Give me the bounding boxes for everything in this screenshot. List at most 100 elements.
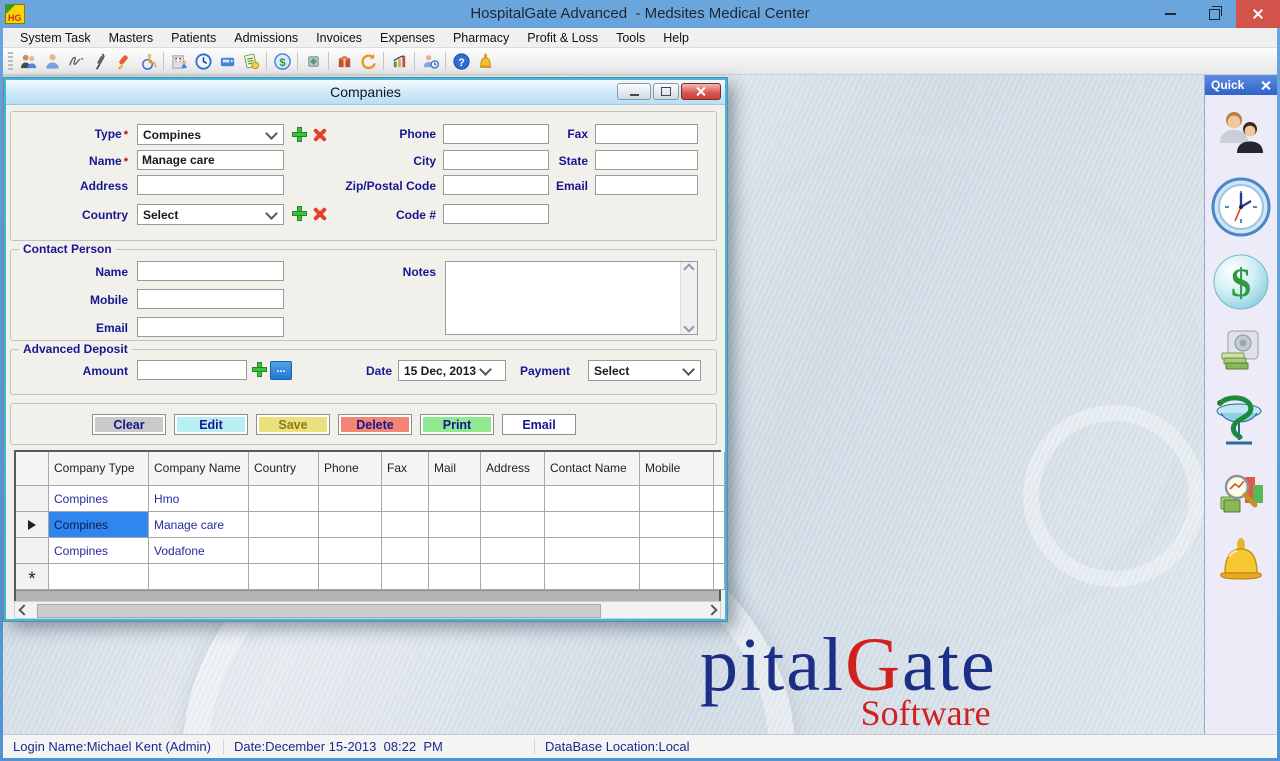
money-icon[interactable]: $ <box>270 50 294 72</box>
state-input[interactable] <box>595 150 698 170</box>
delete-country-icon[interactable] <box>312 206 327 221</box>
cell-empty[interactable] <box>49 564 149 590</box>
staff-schedule-icon[interactable] <box>418 50 442 72</box>
cell-empty[interactable] <box>382 486 429 512</box>
signature-icon[interactable] <box>64 50 88 72</box>
date-combobox[interactable]: 15 Dec, 2013 <box>398 360 506 381</box>
pharmacy-box-icon[interactable] <box>301 50 325 72</box>
cell-empty[interactable] <box>319 564 382 590</box>
contact-email-input[interactable] <box>137 317 284 337</box>
col-country[interactable]: Country <box>249 452 319 486</box>
address-input[interactable] <box>137 175 284 195</box>
cell-empty[interactable] <box>545 564 640 590</box>
cell-empty[interactable] <box>640 512 714 538</box>
table-row[interactable]: Compines Hmo <box>16 486 719 512</box>
package-icon[interactable] <box>332 50 356 72</box>
code-input[interactable] <box>443 204 549 224</box>
cell-company-type[interactable]: Compines <box>49 538 149 564</box>
cell-company-name[interactable]: Manage care <box>149 512 249 538</box>
cell-empty[interactable] <box>382 564 429 590</box>
add-country-icon[interactable] <box>292 206 307 221</box>
cell-empty[interactable] <box>249 486 319 512</box>
cell-empty[interactable] <box>429 486 481 512</box>
menu-admissions[interactable]: Admissions <box>225 31 307 45</box>
row-selector-cell[interactable] <box>16 486 49 512</box>
cell-empty[interactable] <box>545 538 640 564</box>
cell-empty[interactable] <box>545 512 640 538</box>
contact-name-input[interactable] <box>137 261 284 281</box>
cell-empty[interactable] <box>429 538 481 564</box>
cell-company-type[interactable]: Compines <box>49 512 149 538</box>
billing-icon[interactable]: $ <box>1212 253 1270 311</box>
edit-button[interactable]: Edit <box>174 414 248 435</box>
col-contact-name[interactable]: Contact Name <box>545 452 640 486</box>
cell-empty[interactable] <box>640 486 714 512</box>
pharmacy-quick-icon[interactable] <box>1212 389 1270 453</box>
menu-profit-loss[interactable]: Profit & Loss <box>518 31 607 45</box>
type-combobox[interactable]: Compines <box>137 124 284 145</box>
cell-empty[interactable] <box>249 512 319 538</box>
clear-button[interactable]: Clear <box>92 414 166 435</box>
cell-company-name[interactable]: Hmo <box>149 486 249 512</box>
cell-empty[interactable] <box>249 564 319 590</box>
cell-empty[interactable] <box>149 564 249 590</box>
cell-empty[interactable] <box>481 564 545 590</box>
table-hscrollbar[interactable] <box>14 601 721 619</box>
scroll-right-icon[interactable] <box>703 602 720 618</box>
table-row[interactable]: Compines Vodafone <box>16 538 719 564</box>
menu-pharmacy[interactable]: Pharmacy <box>444 31 518 45</box>
print-button[interactable]: Print <box>420 414 494 435</box>
email-button[interactable]: Email <box>502 414 576 435</box>
col-company-type[interactable]: Company Type <box>49 452 149 486</box>
cell-empty[interactable] <box>640 564 714 590</box>
cell-empty[interactable] <box>249 538 319 564</box>
city-input[interactable] <box>443 150 549 170</box>
hscroll-thumb[interactable] <box>37 604 601 618</box>
cell-empty[interactable] <box>319 538 382 564</box>
cell-empty[interactable] <box>319 512 382 538</box>
cell-company-name[interactable]: Vodafone <box>149 538 249 564</box>
invoice-icon[interactable] <box>239 50 263 72</box>
clock-quick-icon[interactable] <box>1211 177 1271 237</box>
country-combobox[interactable]: Select <box>137 204 284 225</box>
email-input[interactable] <box>595 175 698 195</box>
notes-textarea[interactable] <box>445 261 698 335</box>
quick-close-icon[interactable] <box>1260 80 1271 91</box>
dialog-minimize-button[interactable] <box>617 83 651 100</box>
menu-help[interactable]: Help <box>654 31 698 45</box>
cell-empty[interactable] <box>481 486 545 512</box>
alerts-icon[interactable] <box>1215 537 1267 595</box>
cell-empty[interactable] <box>429 564 481 590</box>
contact-mobile-input[interactable] <box>137 289 284 309</box>
save-button[interactable]: Save <box>256 414 330 435</box>
hospital-icon[interactable] <box>167 50 191 72</box>
col-address[interactable]: Address <box>481 452 545 486</box>
dialog-maximize-button[interactable] <box>653 83 679 100</box>
minimize-button[interactable] <box>1148 0 1192 28</box>
notes-scrollbar[interactable] <box>680 262 697 334</box>
col-mail[interactable]: Mail <box>429 452 481 486</box>
cell-empty[interactable] <box>382 512 429 538</box>
menu-expenses[interactable]: Expenses <box>371 31 444 45</box>
cell-empty[interactable] <box>319 486 382 512</box>
reports-icon[interactable] <box>1215 469 1267 521</box>
payment-combobox[interactable]: Select <box>588 360 701 381</box>
close-button[interactable] <box>1236 0 1280 28</box>
pen-icon[interactable] <box>112 50 136 72</box>
col-mobile[interactable]: Mobile <box>640 452 714 486</box>
patient-icon[interactable] <box>40 50 64 72</box>
row-selector-cell[interactable] <box>16 538 49 564</box>
cell-empty[interactable] <box>382 538 429 564</box>
add-type-icon[interactable] <box>292 127 307 142</box>
cell-empty[interactable] <box>481 512 545 538</box>
browse-button[interactable]: ... <box>270 361 292 380</box>
bell-icon[interactable] <box>473 50 497 72</box>
amount-input[interactable] <box>137 360 247 380</box>
staff-icon[interactable] <box>1214 107 1268 161</box>
dialog-close-button[interactable] <box>681 83 721 100</box>
table-row-selected[interactable]: Compines Manage care <box>16 512 719 538</box>
menu-system-task[interactable]: System Task <box>11 31 100 45</box>
col-fax[interactable]: Fax <box>382 452 429 486</box>
table-new-row[interactable]: * <box>16 564 719 590</box>
menu-invoices[interactable]: Invoices <box>307 31 371 45</box>
